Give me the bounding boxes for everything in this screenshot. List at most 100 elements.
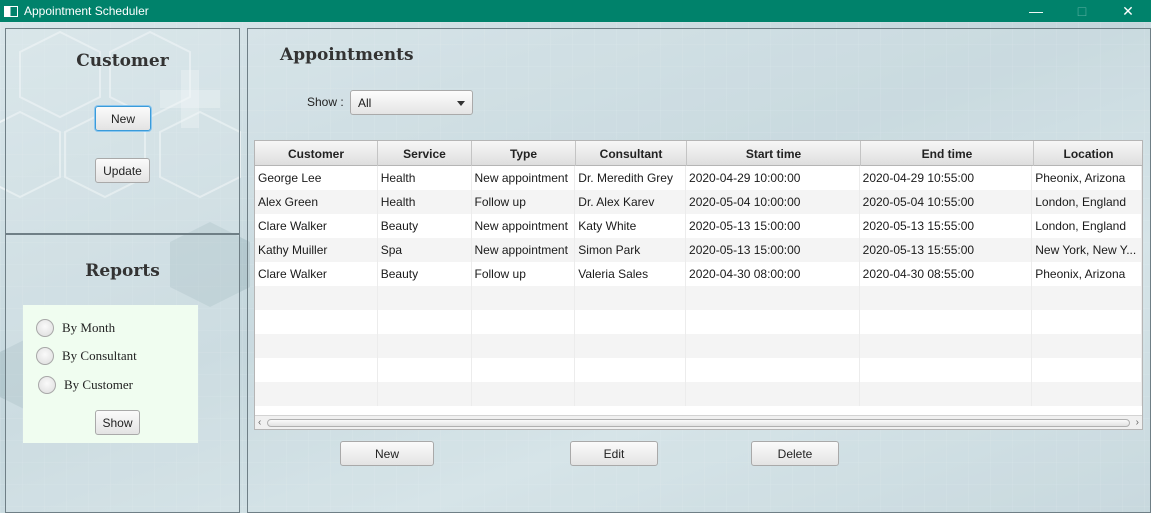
- table-cell: George Lee: [255, 166, 378, 190]
- horizontal-scrollbar[interactable]: ‹ ›: [255, 415, 1142, 429]
- empty-table-row: [255, 334, 1142, 358]
- table-cell: [378, 334, 472, 358]
- scroll-right-icon[interactable]: ›: [1136, 417, 1139, 428]
- table-cell: 2020-05-13 15:55:00: [860, 238, 1033, 262]
- table-row[interactable]: Alex Green Health Follow up Dr. Alex Karev 2…: [255, 190, 1142, 214]
- column-header-end-time[interactable]: End time: [861, 141, 1034, 166]
- minimize-button[interactable]: —: [1013, 0, 1059, 22]
- appointments-table: Customer Service Type Consultant Start t…: [254, 140, 1143, 430]
- table-cell: Spa: [378, 238, 472, 262]
- column-header-start-time[interactable]: Start time: [687, 141, 861, 166]
- table-header: Customer Service Type Consultant Start t…: [255, 141, 1142, 166]
- table-cell: [378, 310, 472, 334]
- radio-label: By Customer: [64, 377, 133, 392]
- column-header-service[interactable]: Service: [378, 141, 472, 166]
- table-row[interactable]: Clare Walker Beauty New appointment Katy Wh…: [255, 214, 1142, 238]
- chevron-down-icon: [457, 101, 465, 106]
- table-cell: [575, 286, 687, 310]
- table-cell: [472, 334, 576, 358]
- radio-button-icon[interactable]: [38, 376, 56, 394]
- table-cell: [575, 334, 687, 358]
- table-cell: Follow up: [472, 190, 576, 214]
- table-cell: New appointment: [472, 238, 576, 262]
- table-row[interactable]: Kathy Muiller Spa New appointment Simon Par…: [255, 238, 1142, 262]
- table-cell: [472, 358, 576, 382]
- table-cell: [686, 310, 860, 334]
- radio-by-month[interactable]: By Month: [36, 319, 115, 337]
- table-cell: [860, 334, 1033, 358]
- new-appointment-button[interactable]: New: [340, 441, 434, 466]
- table-cell: 2020-05-13 15:00:00: [686, 238, 860, 262]
- title-bar: Appointment Scheduler — □ ✕: [0, 0, 1151, 22]
- show-report-button[interactable]: Show: [95, 410, 140, 435]
- table-cell: Pheonix, Arizona: [1032, 262, 1142, 286]
- table-cell: [686, 286, 860, 310]
- table-cell: New appointment: [472, 214, 576, 238]
- table-cell: [1032, 310, 1142, 334]
- new-customer-button[interactable]: New: [95, 106, 151, 131]
- table-cell: 2020-05-04 10:55:00: [860, 190, 1033, 214]
- table-cell: Valeria Sales: [575, 262, 687, 286]
- empty-table-row: [255, 358, 1142, 382]
- reports-panel-title: Reports: [85, 261, 160, 281]
- table-cell: 2020-05-04 10:00:00: [686, 190, 860, 214]
- delete-appointment-button[interactable]: Delete: [751, 441, 839, 466]
- table-cell: 2020-04-30 08:55:00: [860, 262, 1033, 286]
- table-cell: [860, 310, 1033, 334]
- table-cell: [378, 358, 472, 382]
- maximize-button[interactable]: □: [1059, 0, 1105, 22]
- table-cell: [255, 382, 378, 406]
- table-cell: [686, 358, 860, 382]
- table-cell: 2020-04-29 10:55:00: [860, 166, 1033, 190]
- customer-panel: Customer: [5, 28, 240, 234]
- edit-appointment-button[interactable]: Edit: [570, 441, 658, 466]
- table-cell: London, England: [1032, 214, 1142, 238]
- table-cell: Dr. Alex Karev: [575, 190, 687, 214]
- table-row[interactable]: Clare Walker Beauty Follow up Valeria Sales…: [255, 262, 1142, 286]
- radio-by-consultant[interactable]: By Consultant: [36, 347, 137, 365]
- table-cell: [1032, 358, 1142, 382]
- app-icon: [4, 5, 18, 17]
- table-cell: Beauty: [378, 214, 472, 238]
- column-header-consultant[interactable]: Consultant: [576, 141, 687, 166]
- table-cell: [575, 310, 687, 334]
- table-cell: Pheonix, Arizona: [1032, 166, 1142, 190]
- table-cell: Health: [378, 166, 472, 190]
- radio-label: By Month: [62, 320, 116, 335]
- radio-button-icon[interactable]: [36, 319, 54, 337]
- column-header-customer[interactable]: Customer: [255, 141, 378, 166]
- window-title: Appointment Scheduler: [24, 4, 149, 18]
- table-cell: Katy White: [575, 214, 687, 238]
- table-cell: [575, 358, 687, 382]
- table-cell: Health: [378, 190, 472, 214]
- radio-button-icon[interactable]: [36, 347, 54, 365]
- table-cell: Clare Walker: [255, 214, 378, 238]
- table-cell: London, England: [1032, 190, 1142, 214]
- table-cell: Follow up: [472, 262, 576, 286]
- table-cell: New appointment: [472, 166, 576, 190]
- table-cell: [860, 286, 1033, 310]
- show-filter-dropdown[interactable]: All: [350, 90, 473, 115]
- column-header-type[interactable]: Type: [472, 141, 576, 166]
- table-cell: [575, 382, 687, 406]
- table-cell: Alex Green: [255, 190, 378, 214]
- radio-by-customer[interactable]: By Customer: [38, 376, 133, 394]
- scrollbar-thumb[interactable]: [267, 419, 1130, 427]
- table-cell: [686, 334, 860, 358]
- customer-panel-title: Customer: [76, 51, 169, 71]
- update-customer-button[interactable]: Update: [95, 158, 150, 183]
- table-cell: [1032, 286, 1142, 310]
- column-header-location[interactable]: Location: [1034, 141, 1142, 166]
- show-filter-value: All: [358, 95, 372, 110]
- table-cell: [1032, 382, 1142, 406]
- table-cell: [1032, 334, 1142, 358]
- close-button[interactable]: ✕: [1105, 0, 1151, 22]
- table-cell: [255, 286, 378, 310]
- table-cell: [255, 358, 378, 382]
- table-row[interactable]: George Lee Health New appointment Dr. Mered…: [255, 166, 1142, 190]
- table-cell: [472, 310, 576, 334]
- scroll-left-icon[interactable]: ‹: [258, 417, 261, 428]
- table-cell: [255, 310, 378, 334]
- table-cell: [860, 358, 1033, 382]
- show-filter-label: Show :: [307, 95, 344, 109]
